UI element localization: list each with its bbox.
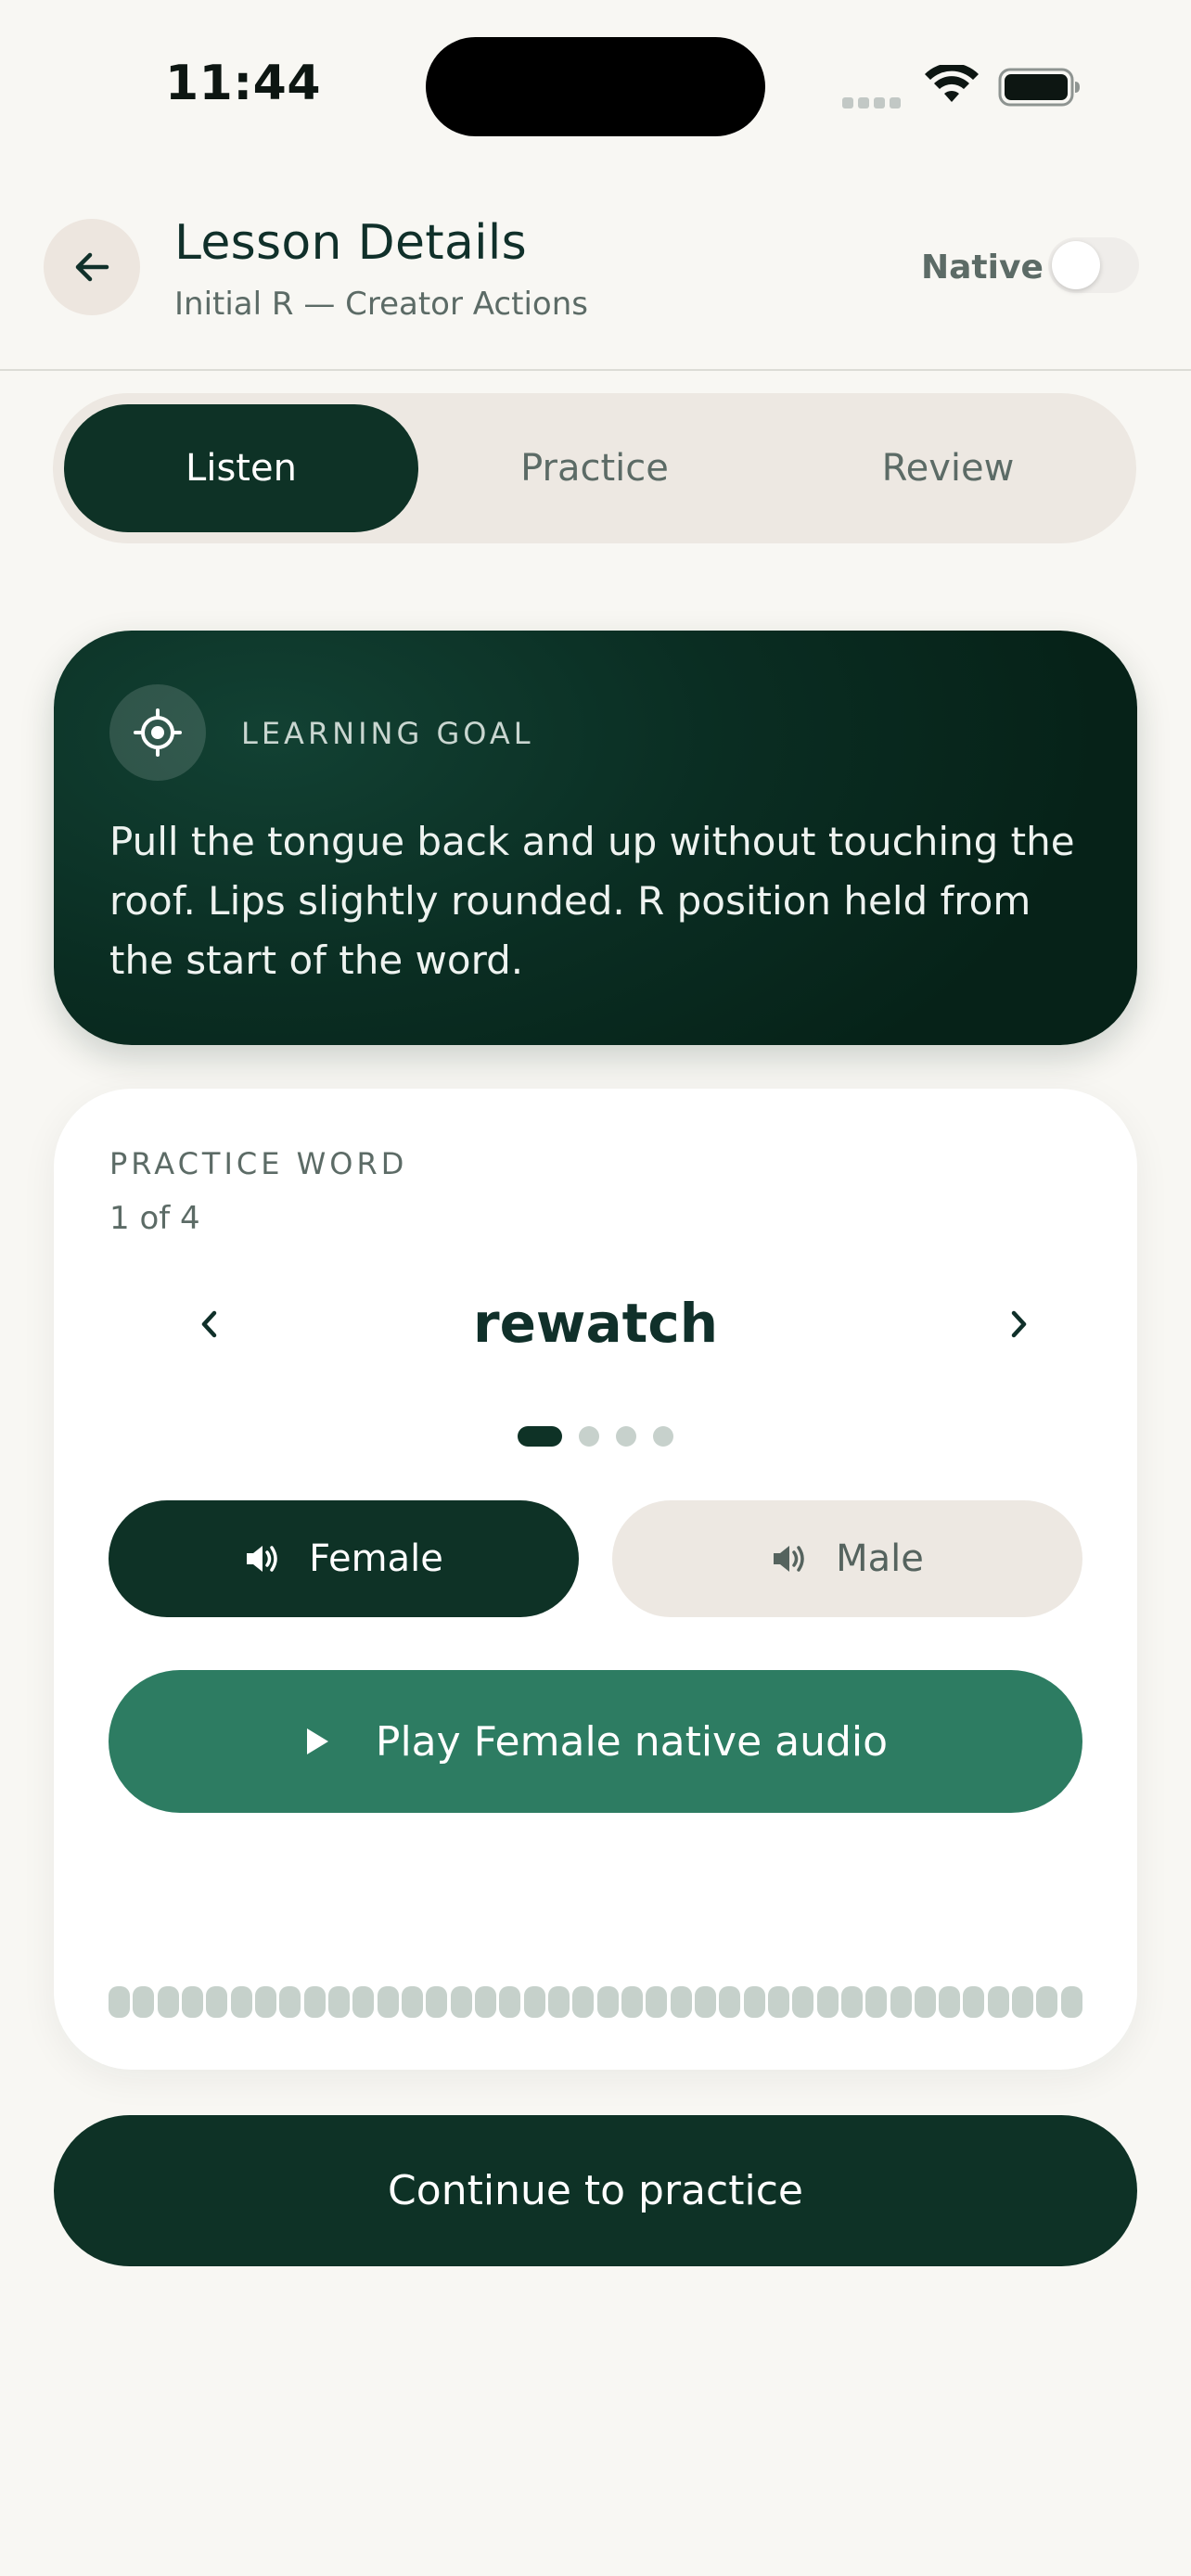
waveform-bar	[157, 1986, 179, 2018]
waveform-bar	[547, 1986, 570, 2018]
waveform-bar	[865, 1986, 888, 2018]
waveform-bar	[303, 1986, 326, 2018]
goal-text: Pull the tongue back and up without touc…	[109, 819, 1075, 983]
play-audio-button[interactable]: Play Female native audio	[109, 1670, 1082, 1813]
waveform-bar	[499, 1986, 521, 2018]
waveform-bar	[719, 1986, 741, 2018]
waveform-bar	[206, 1986, 228, 2018]
waveform-bar	[133, 1986, 155, 2018]
practice-label: PRACTICE WORD	[109, 1146, 408, 1181]
word-counter: 1 of 4	[109, 1200, 200, 1237]
waveform-bar	[109, 1986, 130, 2018]
pager-dot[interactable]	[518, 1426, 562, 1447]
tab-practice[interactable]: Practice	[417, 404, 772, 532]
native-toggle[interactable]	[1048, 237, 1139, 293]
waveform-bar	[230, 1986, 252, 2018]
waveform-bar	[670, 1986, 692, 2018]
waveform-bar	[767, 1986, 789, 2018]
waveform-bar	[987, 1986, 1009, 2018]
waveform-bar	[352, 1986, 375, 2018]
waveform-bar	[694, 1986, 716, 2018]
waveform-bar	[743, 1986, 765, 2018]
waveform-bar	[914, 1986, 936, 2018]
waveform-bar	[327, 1986, 350, 2018]
waveform-bar	[1036, 1986, 1058, 2018]
practice-word-card: PRACTICE WORD 1 of 4 rewatch Female Male	[54, 1089, 1137, 2070]
page-subtitle: Initial R — Creator Actions	[174, 286, 588, 323]
waveform-bar	[401, 1986, 423, 2018]
audio-waveform	[109, 1986, 1082, 2018]
waveform-bar	[474, 1986, 496, 2018]
play-audio-label: Play Female native audio	[375, 1717, 889, 1766]
tab-listen[interactable]: Listen	[64, 404, 418, 532]
toggle-knob	[1052, 241, 1100, 289]
pager-dot[interactable]	[616, 1426, 636, 1447]
waveform-bar	[890, 1986, 912, 2018]
practice-word: rewatch	[472, 1292, 719, 1355]
waveform-bar	[596, 1986, 619, 2018]
continue-button[interactable]: Continue to practice	[54, 2115, 1137, 2266]
chevron-right-icon	[1011, 1310, 1027, 1338]
waveform-bar	[840, 1986, 863, 2018]
play-icon	[306, 1728, 328, 1754]
cellular-signal-icon	[842, 95, 905, 112]
waveform-bar	[572, 1986, 595, 2018]
back-button[interactable]	[44, 219, 140, 315]
waveform-bar	[1012, 1986, 1034, 2018]
goal-heading: LEARNING GOAL	[241, 716, 534, 751]
pager-dot[interactable]	[579, 1426, 599, 1447]
status-time: 11:44	[165, 56, 322, 111]
waveform-bar	[181, 1986, 203, 2018]
dynamic-island	[426, 37, 765, 136]
waveform-bar	[646, 1986, 668, 2018]
speaker-icon	[247, 1546, 277, 1572]
native-label: Native	[921, 249, 1044, 287]
battery-icon	[998, 68, 1080, 107]
tab-review[interactable]: Review	[771, 404, 1125, 532]
target-icon	[134, 708, 182, 757]
speaker-icon	[774, 1546, 804, 1572]
waveform-bar	[377, 1986, 399, 2018]
next-word-button[interactable]	[981, 1287, 1056, 1361]
arrow-left-icon	[75, 252, 109, 282]
pager-dot[interactable]	[653, 1426, 673, 1447]
female-voice-label: Female	[309, 1537, 443, 1580]
mode-tabs: Listen Practice Review	[53, 393, 1136, 543]
male-voice-label: Male	[836, 1537, 924, 1580]
goal-icon-badge	[109, 684, 206, 781]
waveform-bar	[939, 1986, 961, 2018]
page-title: Lesson Details	[174, 215, 528, 271]
status-bar: 11:44	[0, 0, 1191, 176]
waveform-bar	[816, 1986, 839, 2018]
status-icons	[842, 63, 1083, 109]
previous-word-button[interactable]	[173, 1287, 247, 1361]
waveform-bar	[523, 1986, 545, 2018]
waveform-bar	[963, 1986, 985, 2018]
waveform-bar	[792, 1986, 814, 2018]
waveform-bar	[621, 1986, 643, 2018]
learning-goal-card: LEARNING GOAL Pull the tongue back and u…	[54, 631, 1137, 1045]
female-voice-button[interactable]: Female	[109, 1500, 579, 1617]
word-pager	[54, 1424, 1137, 1448]
waveform-bar	[254, 1986, 276, 2018]
chevron-left-icon	[201, 1310, 217, 1338]
waveform-bar	[426, 1986, 448, 2018]
waveform-bar	[279, 1986, 301, 2018]
wifi-icon	[925, 65, 979, 102]
male-voice-button[interactable]: Male	[612, 1500, 1082, 1617]
waveform-bar	[1060, 1986, 1082, 2018]
header: Lesson Details Initial R — Creator Actio…	[0, 176, 1191, 371]
waveform-bar	[450, 1986, 472, 2018]
